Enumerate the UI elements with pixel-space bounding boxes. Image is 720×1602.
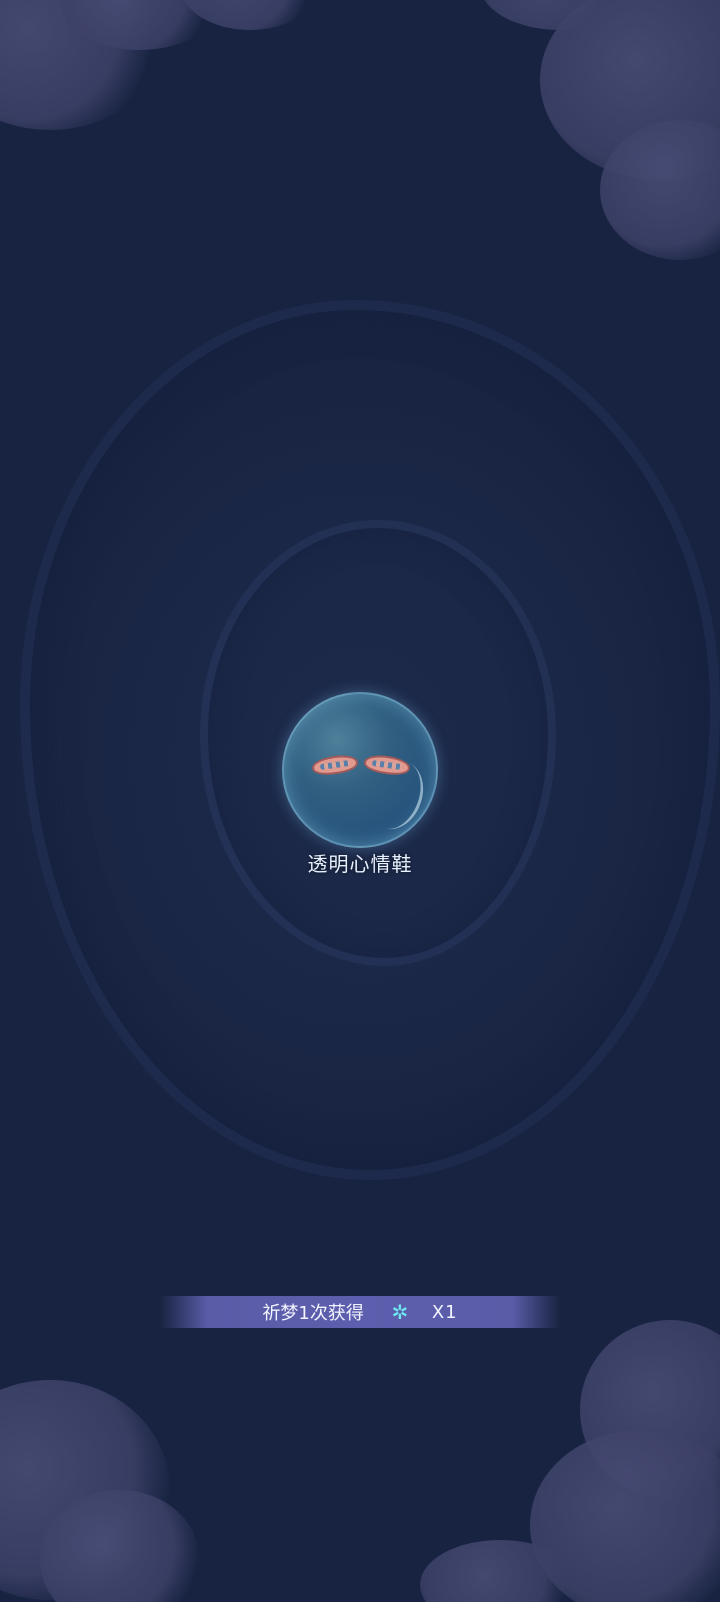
reward-summary-text: 祈梦1次获得	[262, 1303, 364, 1324]
reward-summary-banner: 祈梦1次获得 ✲ X1	[160, 1296, 560, 1328]
reward-screen[interactable]: 透明心情鞋 祈梦1次获得 ✲ X1	[0, 0, 720, 1602]
reward-item-bubble[interactable]	[282, 692, 438, 848]
reward-count: X1	[431, 1301, 458, 1323]
reward-item-name: 透明心情鞋	[307, 852, 413, 876]
snowflake-gem-icon: ✲	[391, 1300, 409, 1324]
shoe-icon-left	[310, 752, 360, 778]
